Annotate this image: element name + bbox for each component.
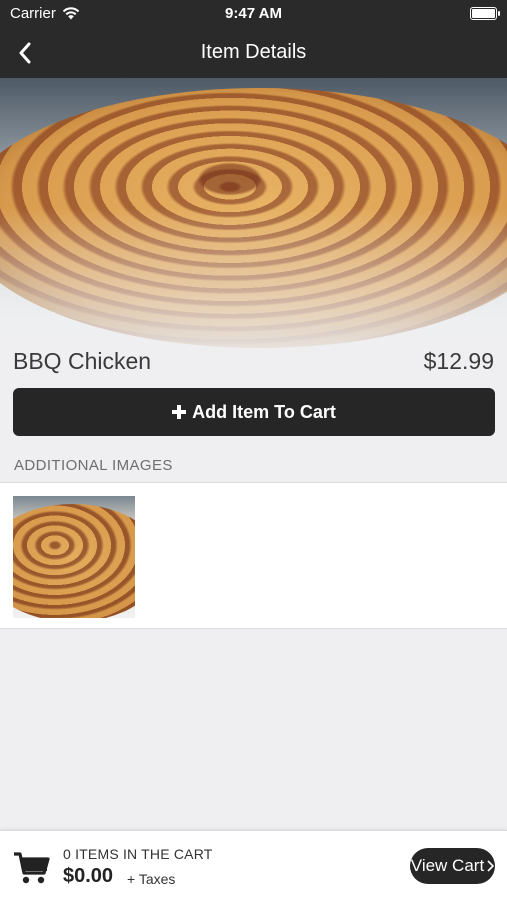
cart-total: $0.00 xyxy=(63,865,114,887)
navigation-bar: Item Details xyxy=(0,28,507,78)
cart-taxes-label: + Taxes xyxy=(127,871,176,887)
status-bar: Carrier 9:47 AM xyxy=(0,0,507,28)
shopping-cart-icon xyxy=(14,852,50,884)
status-time: 9:47 AM xyxy=(225,5,282,22)
item-name: BBQ Chicken xyxy=(13,348,152,374)
additional-images-panel xyxy=(0,482,507,629)
item-price: $12.99 xyxy=(423,348,494,374)
plus-icon xyxy=(172,405,187,419)
chevron-right-icon xyxy=(487,860,495,872)
add-to-cart-button[interactable]: Add Item To Cart xyxy=(13,388,495,436)
additional-images-header: ADDITIONAL IMAGES xyxy=(14,457,173,474)
add-to-cart-label: Add Item To Cart xyxy=(192,401,336,422)
item-hero-image xyxy=(0,78,507,378)
cart-summary-bar: 0 ITEMS IN THE CART $0.00 + Taxes View C… xyxy=(0,830,507,900)
additional-image-thumbnail[interactable] xyxy=(13,496,135,618)
page-title: Item Details xyxy=(200,41,307,63)
cart-item-count: 0 ITEMS IN THE CART xyxy=(63,846,213,862)
view-cart-button[interactable]: View Cart xyxy=(410,848,495,884)
battery-icon xyxy=(470,7,500,20)
view-cart-label: View Cart xyxy=(410,856,485,875)
